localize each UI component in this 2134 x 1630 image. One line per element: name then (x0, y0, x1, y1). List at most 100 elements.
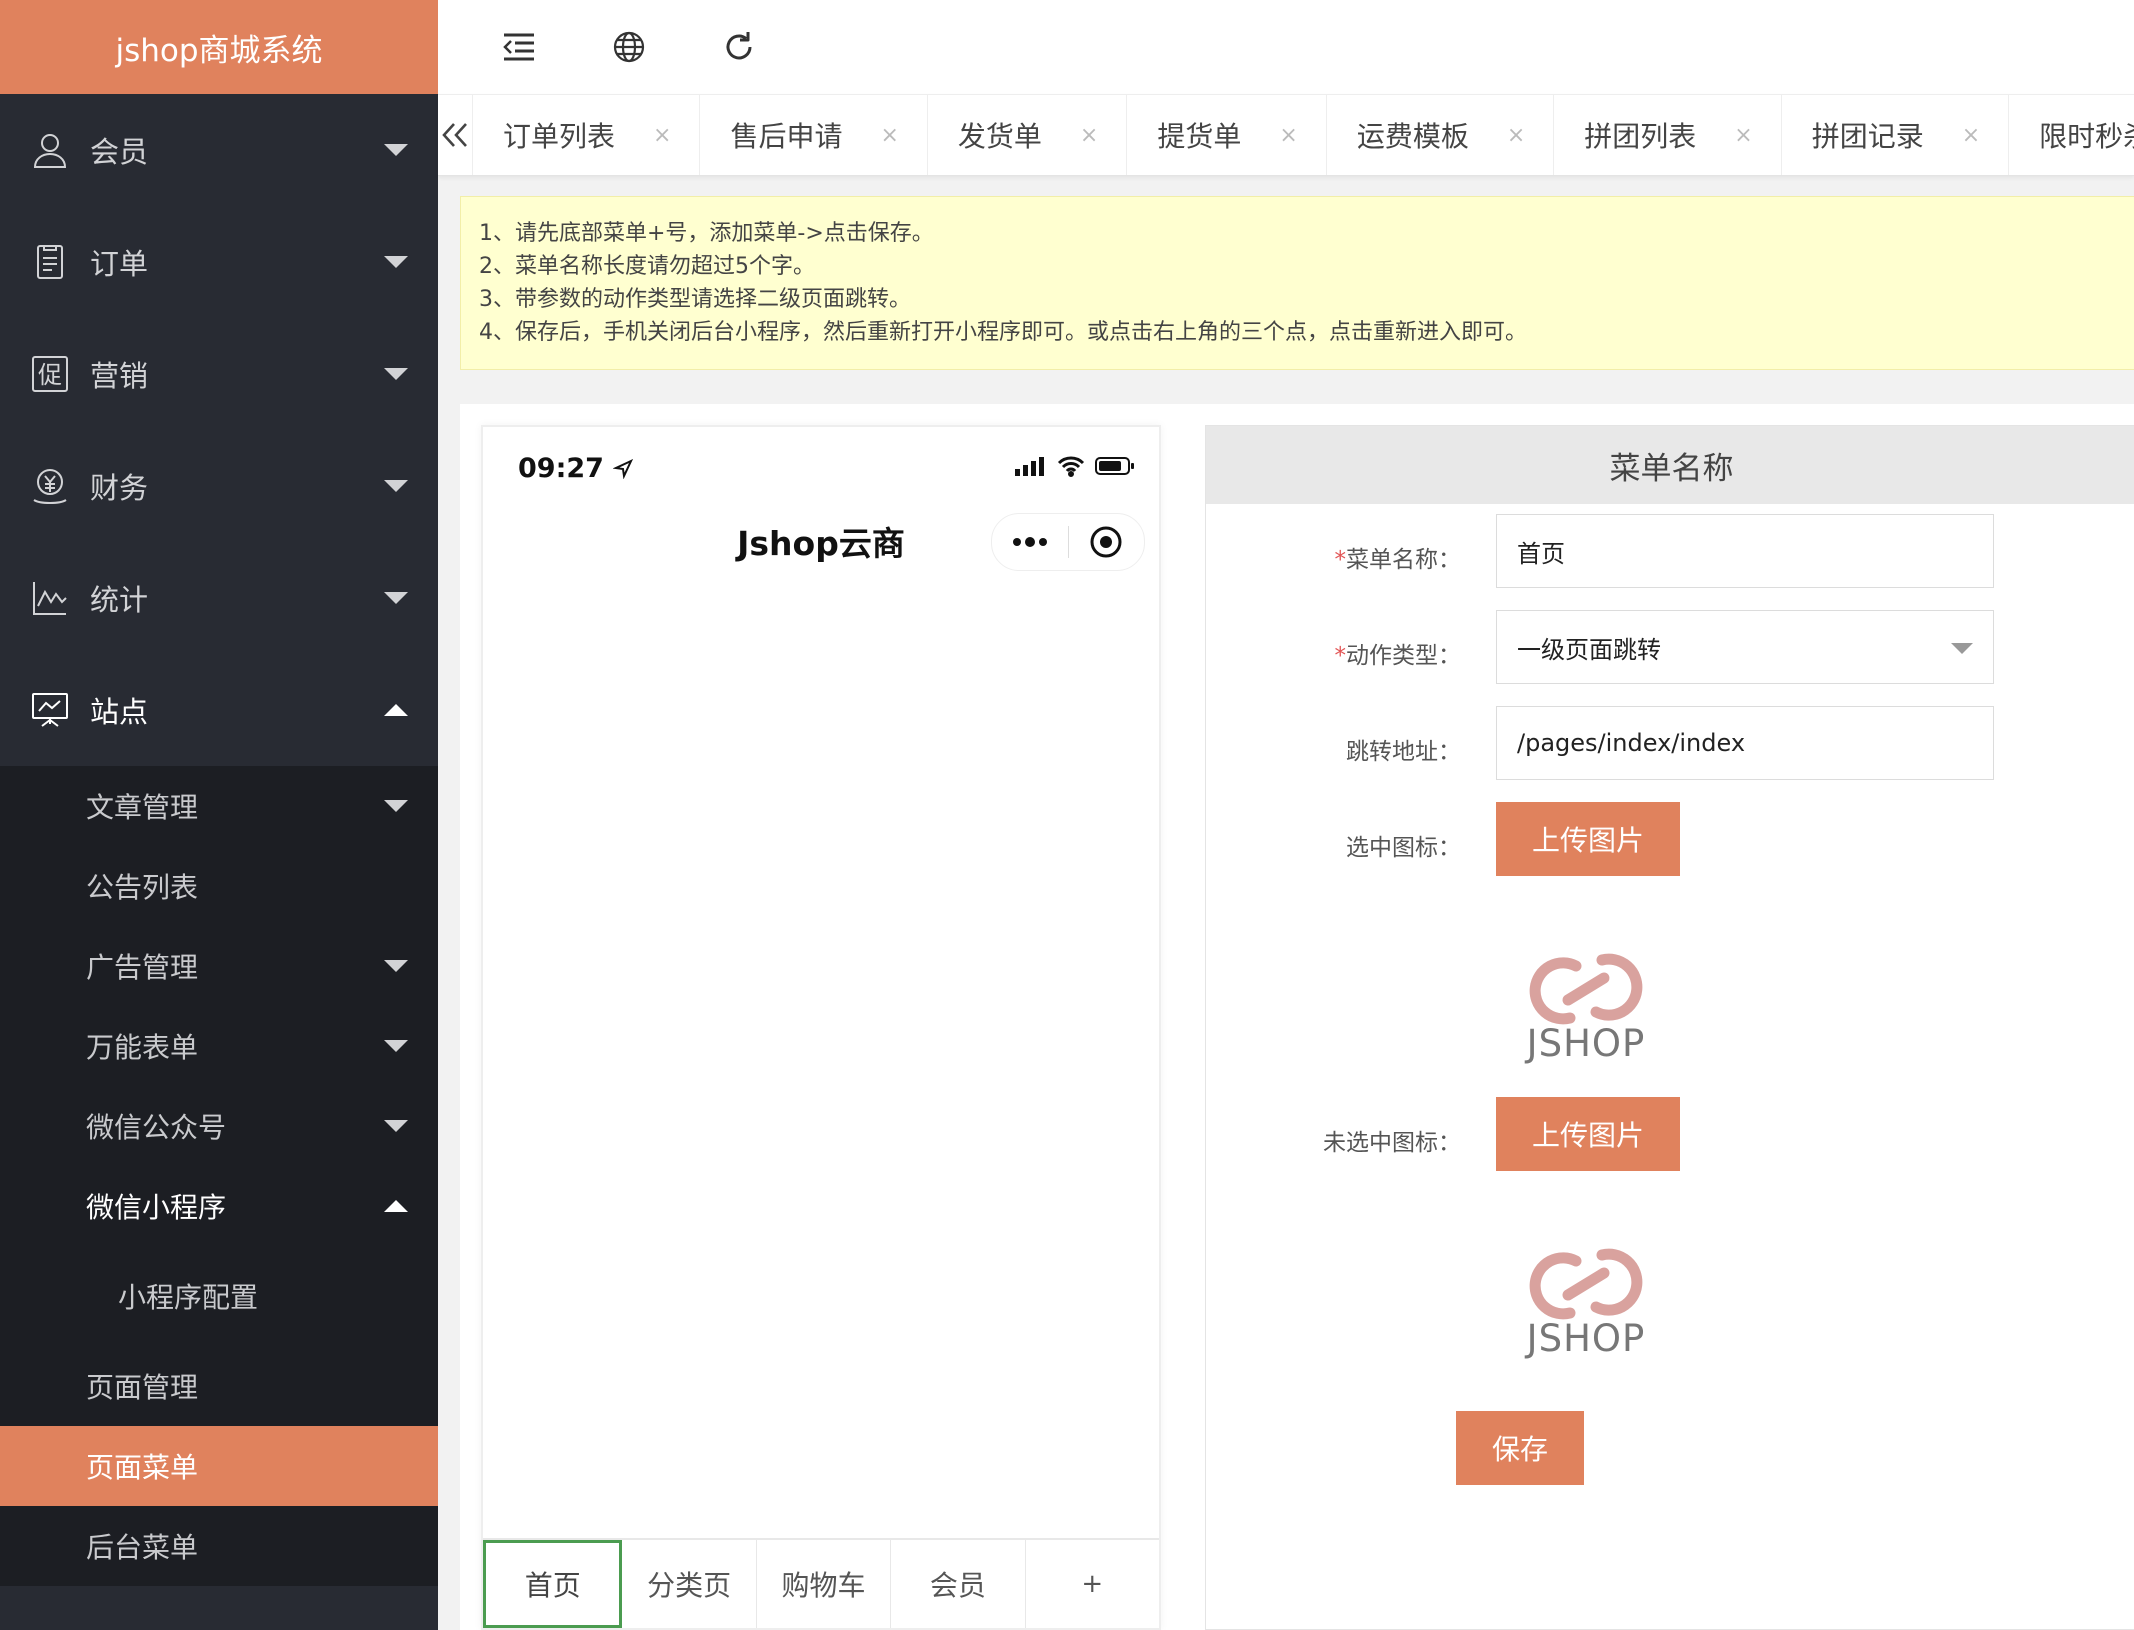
required-mark: * (1334, 547, 1347, 573)
target-icon (1090, 526, 1122, 558)
tab-label: 售后申请 (730, 120, 843, 153)
close-icon[interactable]: × (1734, 123, 1752, 148)
label-text: 动作类型： (1346, 643, 1461, 669)
label-text: 选中图标： (1346, 835, 1461, 861)
tab-scroll-left-button[interactable] (438, 95, 473, 175)
sidebar-item-member[interactable]: 会员 (0, 94, 438, 206)
phone-tab-member[interactable]: 会员 (891, 1540, 1026, 1628)
sidebar-sub-label: 页面管理 (86, 1371, 199, 1404)
tab-label: 订单列表 (503, 120, 616, 153)
sidebar-sub-articles[interactable]: 文章管理 (0, 766, 438, 846)
tab-delivery[interactable]: 发货单 × (928, 95, 1128, 175)
phone-tab-cart[interactable]: 购物车 (757, 1540, 892, 1628)
notice-line: 3、带参数的动作类型请选择二级页面跳转。 (479, 287, 911, 312)
tab-bar: 订单列表 × 售后申请 × 发货单 × 提货单 × 运费模板 × 拼团列表 × 拼团记录 × … (438, 94, 2134, 176)
sidebar-sub-label: 公告列表 (86, 871, 199, 904)
order-icon (28, 240, 72, 284)
upload-selected-icon-button[interactable]: 上传图片 (1496, 802, 1680, 876)
sidebar-sub-page-menu[interactable]: 页面菜单 (0, 1426, 438, 1506)
sidebar-item-marketing[interactable]: 促 营销 (0, 318, 438, 430)
required-mark: * (1334, 643, 1347, 669)
sidebar-sub-label: 文章管理 (86, 791, 199, 824)
sidebar-item-label: 统计 (90, 583, 149, 617)
phone-preview: 09:27 Jshop云商 首页 分类页 购物车 会员 + (481, 425, 1161, 1630)
close-icon[interactable]: × (1962, 123, 1980, 148)
language-button[interactable] (604, 22, 654, 72)
mini-program-capsule (991, 513, 1145, 571)
menu-name-input[interactable]: 首页 (1496, 514, 1994, 588)
sidebar-sub-notices[interactable]: 公告列表 (0, 846, 438, 926)
close-icon[interactable]: × (880, 123, 898, 148)
tab-flash-sale[interactable]: 限时秒杀× (2009, 95, 2134, 175)
form-header: 菜单名称 (1206, 426, 2134, 504)
notice-line: 1、请先底部菜单+号，添加菜单->点击保存。 (479, 221, 934, 246)
more-button[interactable] (992, 514, 1068, 570)
tab-label: 发货单 (957, 120, 1042, 153)
sidebar-sub-label: 微信公众号 (86, 1111, 227, 1144)
notice-line: 2、菜单名称长度请勿超过5个字。 (479, 254, 815, 279)
action-type-select[interactable]: 一级页面跳转 (1496, 610, 1994, 684)
label-text: 跳转地址： (1346, 739, 1461, 765)
app-logo: jshop商城系统 (0, 0, 438, 94)
location-arrow-icon (612, 458, 634, 480)
jump-url-label: 跳转地址： (1206, 732, 1461, 766)
select-value: 一级页面跳转 (1517, 635, 1661, 664)
sidebar-sub-wechat-mini[interactable]: 微信小程序 (0, 1166, 438, 1246)
status-time-text: 09:27 (518, 453, 604, 484)
phone-tab-category[interactable]: 分类页 (622, 1540, 757, 1628)
tab-label: 拼团记录 (1811, 120, 1924, 153)
sidebar-sub-wechat-official[interactable]: 微信公众号 (0, 1086, 438, 1166)
save-button[interactable]: 保存 (1456, 1411, 1584, 1485)
wifi-icon (1057, 456, 1085, 477)
svg-text:促: 促 (38, 361, 62, 389)
sidebar-item-statistics[interactable]: 统计 (0, 542, 438, 654)
site-icon (28, 688, 72, 732)
sidebar-sub-label: 后台菜单 (86, 1531, 199, 1564)
sidebar-item-site[interactable]: 站点 (0, 654, 438, 766)
finance-icon (28, 464, 72, 508)
caret-up-icon (384, 1200, 408, 1212)
globe-icon (613, 31, 645, 63)
menu-editor-card: 09:27 Jshop云商 首页 分类页 购物车 会员 + 菜单名称 *菜单名称… (460, 404, 2134, 1630)
jshop-logo-icon (1529, 953, 1643, 1024)
tab-order-list[interactable]: 订单列表 × (473, 95, 701, 175)
close-mini-program-button[interactable] (1069, 514, 1145, 570)
refresh-icon (726, 32, 752, 60)
sidebar-sub-admin-menu[interactable]: 后台菜单 (0, 1506, 438, 1586)
close-icon[interactable]: × (1279, 123, 1297, 148)
jump-url-input[interactable]: /pages/index/index (1496, 706, 1994, 780)
tab-group-list[interactable]: 拼团列表 × (1554, 95, 1782, 175)
refresh-button[interactable] (714, 22, 764, 72)
instructions-notice: 1、请先底部菜单+号，添加菜单->点击保存。 2、菜单名称长度请勿超过5个字。 … (460, 196, 2134, 370)
sidebar-sub-mini-config[interactable]: 小程序配置 (0, 1246, 438, 1346)
tab-aftersale[interactable]: 售后申请 × (700, 95, 928, 175)
close-icon[interactable]: × (653, 123, 671, 148)
sidebar-item-order[interactable]: 订单 (0, 206, 438, 318)
close-icon[interactable]: × (1507, 123, 1525, 148)
input-value: 首页 (1517, 539, 1565, 568)
phone-tab-home[interactable]: 首页 (483, 1540, 623, 1628)
sidebar-sub-ads[interactable]: 广告管理 (0, 926, 438, 1006)
add-menu-button[interactable]: + (1026, 1540, 1159, 1628)
tab-group-records[interactable]: 拼团记录 × (1782, 95, 2010, 175)
menu-toggle-button[interactable] (494, 22, 544, 72)
caret-down-icon (384, 256, 408, 268)
upload-unselected-icon-button[interactable]: 上传图片 (1496, 1097, 1680, 1171)
double-chevron-left-icon (442, 123, 467, 147)
selected-icon-label: 选中图标： (1206, 828, 1461, 862)
chart-icon (28, 576, 72, 620)
sidebar-sub-pages[interactable]: 页面管理 (0, 1346, 438, 1426)
label-text: 菜单名称： (1346, 547, 1461, 573)
caret-down-icon (384, 960, 408, 972)
sidebar-sub-forms[interactable]: 万能表单 (0, 1006, 438, 1086)
tab-shipping-template[interactable]: 运费模板 × (1327, 95, 1555, 175)
tab-pickup[interactable]: 提货单 × (1127, 95, 1327, 175)
menu-toggle-icon (503, 33, 534, 61)
tab-label: 拼团列表 (1584, 120, 1697, 153)
caret-down-icon (384, 480, 408, 492)
sidebar-item-finance[interactable]: 财务 (0, 430, 438, 542)
sidebar-sub-label: 万能表单 (86, 1031, 199, 1064)
close-icon[interactable]: × (1080, 123, 1098, 148)
input-value: /pages/index/index (1517, 729, 1746, 757)
caret-down-icon (384, 144, 408, 156)
